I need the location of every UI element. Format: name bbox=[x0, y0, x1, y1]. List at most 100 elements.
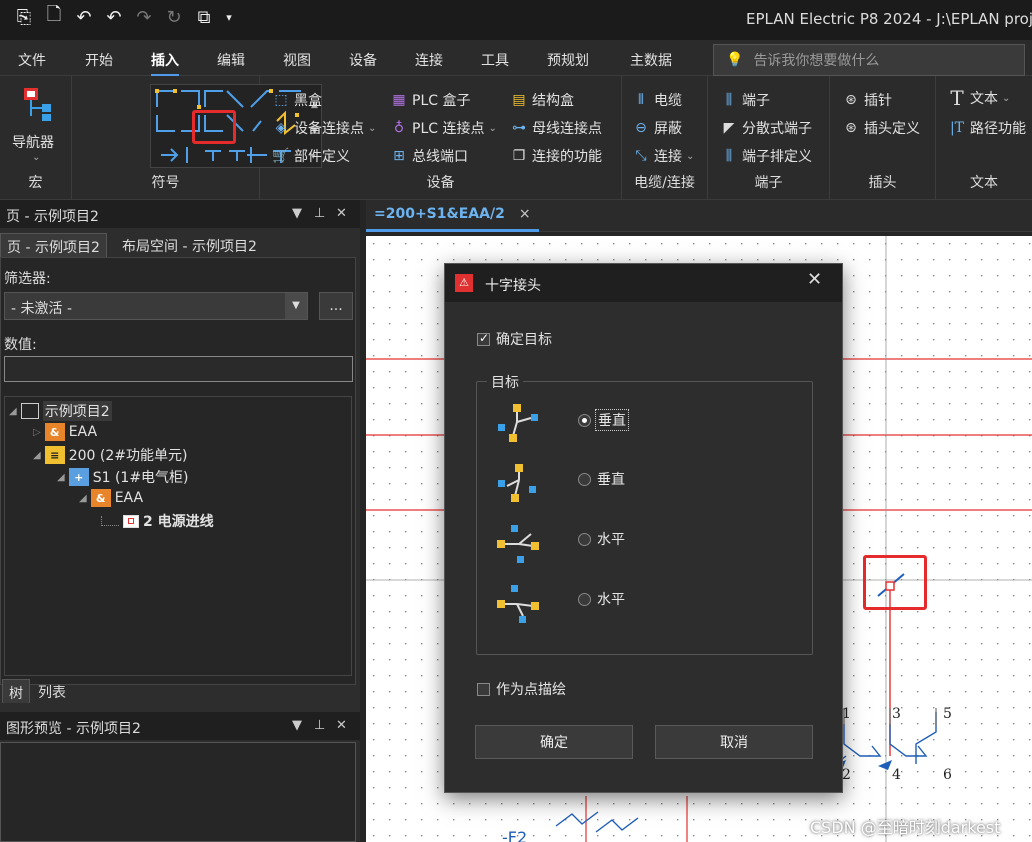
radio[interactable] bbox=[578, 532, 591, 546]
navigator-icon[interactable] bbox=[16, 86, 56, 122]
connect-button[interactable]: ⤡ 连接 ⌄ bbox=[632, 146, 694, 166]
dropdown-icon[interactable]: ▼ bbox=[292, 718, 302, 733]
tree-node-eaa-sub[interactable]: ◢ & EAA bbox=[79, 489, 143, 507]
tree-node-page[interactable]: 2 电源进线 bbox=[101, 511, 214, 531]
blackbox-icon: ⬚ bbox=[274, 92, 288, 108]
redo-icon[interactable]: ↷ bbox=[134, 6, 154, 28]
navigator-button[interactable]: 导航器 bbox=[12, 132, 54, 152]
structure-box-button[interactable]: ▤ 结构盒 bbox=[510, 90, 574, 110]
bus-port-button[interactable]: ⊞ 总线端口 bbox=[390, 146, 468, 166]
collapse-icon: ◢ bbox=[57, 471, 65, 483]
panel-title: 页 - 示例项目2 ▼ ⊥ ✕ bbox=[0, 200, 360, 228]
blackbox-button[interactable]: ⬚ 黑盒 bbox=[272, 90, 322, 110]
window-title: EPLAN Electric P8 2024 - J:\EPLAN proje bbox=[746, 10, 1032, 28]
new-doc-icon[interactable]: 🗋 bbox=[44, 4, 64, 28]
pin-icon[interactable]: ⊥ bbox=[314, 718, 325, 733]
tree-node-eaa[interactable]: ▷ & EAA bbox=[33, 423, 97, 441]
close-icon[interactable]: ✕ bbox=[807, 269, 822, 290]
menu-file[interactable]: 文件 bbox=[18, 50, 46, 70]
value-label: 数值: bbox=[4, 337, 37, 353]
radio-selected[interactable] bbox=[578, 413, 591, 427]
dropdown-icon[interactable]: ▾ bbox=[224, 6, 234, 28]
draw-as-point-checkbox[interactable]: 作为点描绘 bbox=[477, 679, 566, 699]
plc-box-button[interactable]: ▦ PLC 盒子 bbox=[390, 90, 470, 110]
shield-icon: ⊖ bbox=[635, 120, 647, 136]
device-tag: -F2 bbox=[502, 828, 528, 842]
tab-document[interactable]: =200+S1&EAA/2 × bbox=[366, 200, 539, 232]
dropdown-icon[interactable]: ▼ bbox=[292, 206, 302, 221]
option-horizontal-1[interactable]: 水平 bbox=[578, 529, 625, 549]
tree-node-cabinet[interactable]: ◢ + S1 (1#电气柜) bbox=[57, 467, 189, 487]
refresh-icon[interactable]: ↻ bbox=[164, 6, 184, 28]
menu-preplan[interactable]: 预规划 bbox=[547, 50, 589, 70]
pin-icon: ⊛ bbox=[845, 92, 857, 108]
menu-device[interactable]: 设备 bbox=[349, 50, 377, 70]
connected-function-button[interactable]: ❐ 连接的功能 bbox=[510, 146, 602, 166]
new-page-icon[interactable]: ⎘ bbox=[14, 6, 34, 28]
terminal-button[interactable]: ⫼ 端子 bbox=[720, 90, 770, 110]
tree-node-function-unit[interactable]: ◢ ≡ 200 (2#功能单元) bbox=[33, 445, 187, 465]
close-icon[interactable]: ✕ bbox=[336, 206, 347, 221]
radio[interactable] bbox=[578, 592, 591, 606]
close-icon[interactable]: × bbox=[519, 206, 531, 223]
title-bar: ⎘ 🗋 ↶ ↶ ↷ ↻ ⧉ ▾ EPLAN Electric P8 2024 -… bbox=[0, 0, 1032, 40]
menu-masterdata[interactable]: 主数据 bbox=[630, 50, 672, 70]
cable-button[interactable]: ⦀ 电缆 bbox=[632, 90, 682, 110]
undo-icon[interactable]: ↶ bbox=[104, 6, 124, 28]
crossing-dialog: ⚠ 十字接头 ✕ ✓ 确定目标 目标 垂直 垂直 水平 水平 作为点描绘 确定 … bbox=[444, 263, 843, 793]
tab-pages[interactable]: 页 - 示例项目2 bbox=[0, 233, 107, 257]
device-connection-point-button[interactable]: ◈ 设备连接点 ⌄ bbox=[272, 118, 377, 138]
confirm-target-checkbox[interactable]: ✓ 确定目标 bbox=[477, 329, 552, 349]
cancel-button[interactable]: 取消 bbox=[655, 725, 813, 759]
redo-all-icon[interactable]: ↶ bbox=[74, 6, 94, 28]
distributed-terminal-button[interactable]: ◤ 分散式端子 bbox=[720, 118, 812, 138]
value-input[interactable] bbox=[4, 356, 353, 382]
checkbox-checked[interactable]: ✓ bbox=[477, 331, 490, 346]
option-vertical-2[interactable]: 垂直 bbox=[578, 469, 625, 489]
menu-view[interactable]: 视图 bbox=[283, 50, 311, 70]
filter-more-button[interactable]: ... bbox=[319, 292, 353, 320]
schematic-page-icon bbox=[123, 514, 139, 528]
tree-node-project[interactable]: ◢ 示例项目2 bbox=[9, 401, 112, 421]
group-label-plug: 插头 bbox=[868, 175, 897, 191]
pin-button[interactable]: ⊛ 插针 bbox=[842, 90, 892, 110]
group-cable: ⦀ 电缆 ⊖ 屏蔽 ⤡ 连接 ⌄ 电缆/连接 bbox=[622, 76, 708, 200]
collapse-icon: ◢ bbox=[33, 449, 41, 461]
tab-tree[interactable]: 树 bbox=[2, 679, 30, 703]
crossing-symbol-highlight[interactable] bbox=[192, 110, 236, 144]
vertical-crossing-1-icon bbox=[498, 404, 538, 442]
menu-tools[interactable]: 工具 bbox=[481, 50, 509, 70]
menu-start[interactable]: 开始 bbox=[85, 50, 113, 70]
close-icon[interactable]: ✕ bbox=[336, 718, 347, 733]
option-vertical-1[interactable]: 垂直 bbox=[578, 409, 629, 431]
option-horizontal-2[interactable]: 水平 bbox=[578, 589, 625, 609]
radio[interactable] bbox=[578, 472, 591, 486]
filter-select[interactable]: - 未激活 - ▼ bbox=[4, 292, 308, 320]
page-navigator-panel: 页 - 示例项目2 ▼ ⊥ ✕ 页 - 示例项目2 布局空间 - 示例项目2 筛… bbox=[0, 200, 360, 842]
cabinet-icon: + bbox=[68, 468, 89, 486]
pin-icon[interactable]: ⊥ bbox=[314, 206, 325, 221]
chevron-down-icon: ⌄ bbox=[368, 122, 377, 134]
properties-icon[interactable]: ⧉ bbox=[194, 6, 214, 28]
text-button[interactable]: T 文本 ⌄ bbox=[948, 86, 1010, 110]
chevron-down-icon: ⌄ bbox=[32, 152, 41, 163]
shield-button[interactable]: ⊖ 屏蔽 bbox=[632, 118, 682, 138]
cart-icon: 🛒 bbox=[272, 148, 290, 164]
path-function-button[interactable]: |T 路径功能 bbox=[948, 118, 1026, 138]
menu-connect[interactable]: 连接 bbox=[415, 50, 443, 70]
part-definition-button[interactable]: 🛒 部件定义 bbox=[272, 146, 350, 166]
menu-edit[interactable]: 编辑 bbox=[217, 50, 245, 70]
plug-definition-button[interactable]: ⊛ 插头定义 bbox=[842, 118, 920, 138]
tab-list[interactable]: 列表 bbox=[32, 679, 72, 703]
ok-button[interactable]: 确定 bbox=[475, 725, 633, 759]
terminal-icon: ⫼ bbox=[725, 92, 733, 108]
plc-connection-point-button[interactable]: ♁ PLC 连接点 ⌄ bbox=[390, 118, 497, 138]
plc-box-icon: ▦ bbox=[392, 92, 406, 108]
checkbox-unchecked[interactable] bbox=[477, 682, 490, 696]
tab-layout-space[interactable]: 布局空间 - 示例项目2 bbox=[116, 233, 263, 257]
terminal-strip-definition-button[interactable]: ⫼ 端子排定义 bbox=[720, 146, 812, 166]
busbar-connection-point-button[interactable]: ⊶ 母线连接点 bbox=[510, 118, 602, 138]
horizontal-crossing-1-icon bbox=[497, 525, 539, 563]
menu-insert[interactable]: 插入 bbox=[151, 50, 179, 77]
tell-me-search[interactable]: 💡 告诉我你想要做什么 bbox=[713, 44, 1025, 76]
